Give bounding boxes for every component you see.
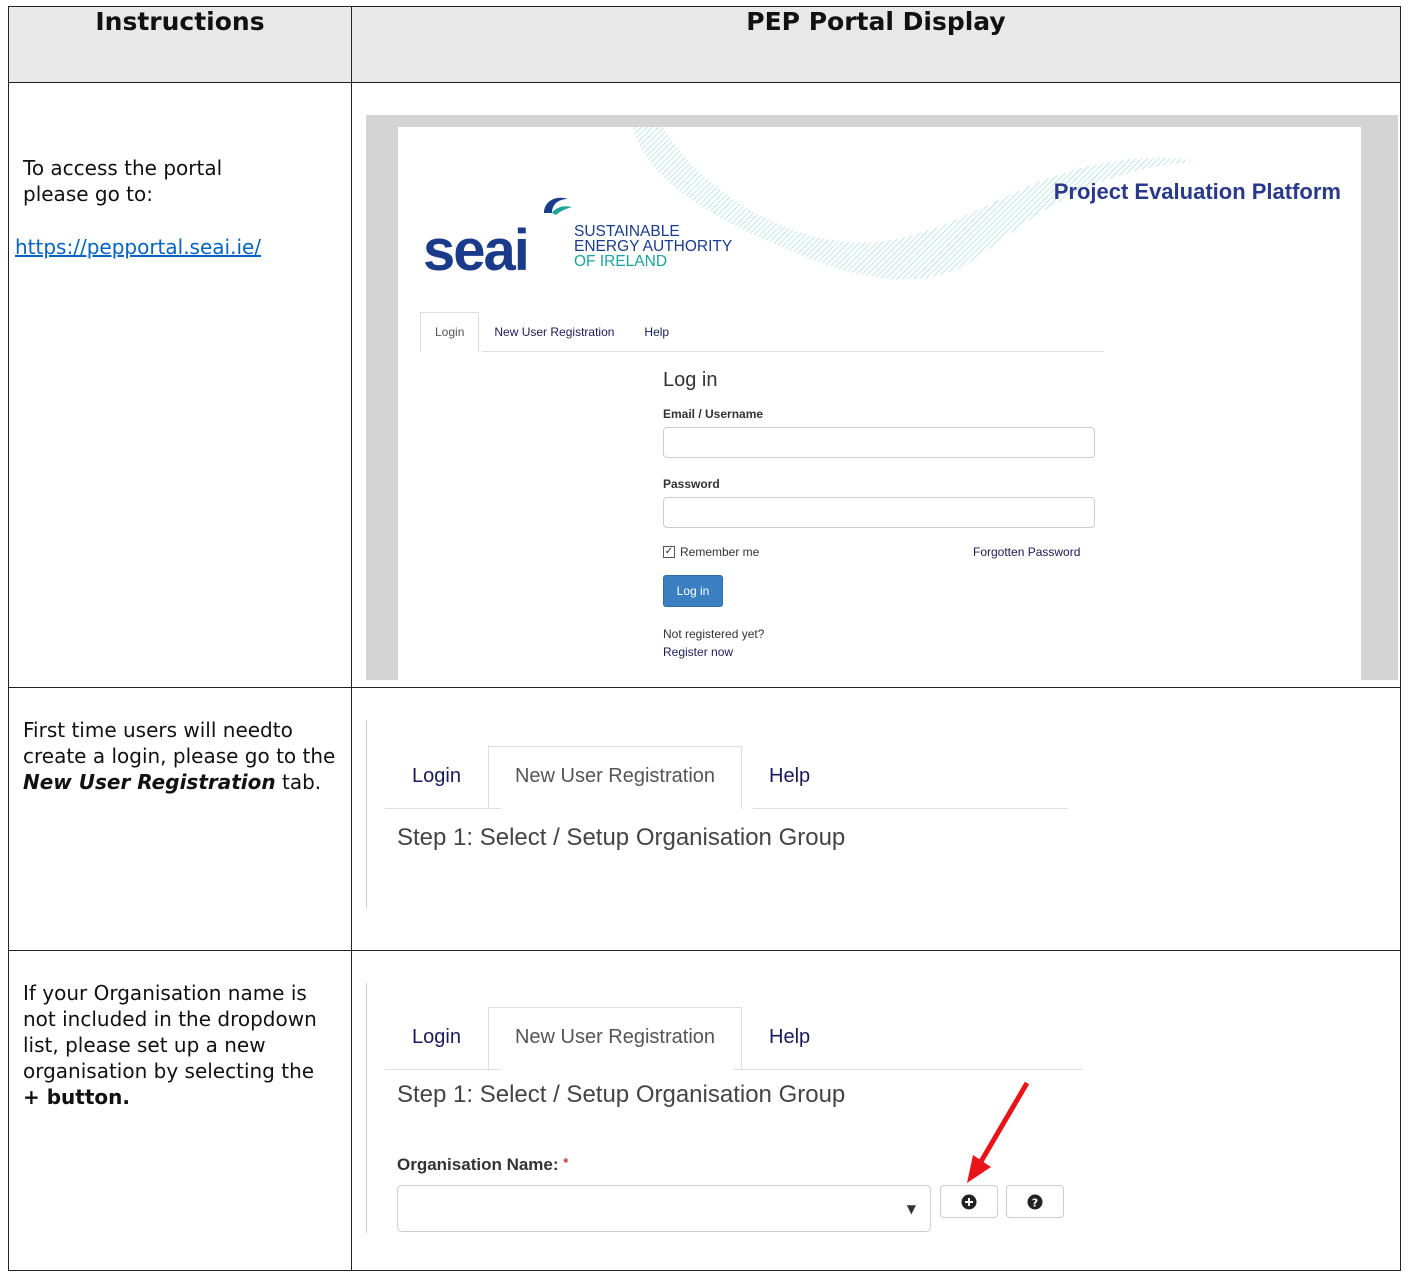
- logo-sub-line: OF IRELAND: [574, 253, 668, 270]
- caret-down-icon: ▼: [906, 1202, 916, 1216]
- question-circle-icon: ?: [1027, 1194, 1043, 1209]
- not-registered: Not registered yet? Register now: [663, 625, 764, 661]
- email-label: Email / Username: [663, 407, 764, 421]
- display-header: PEP Portal Display: [351, 6, 1401, 83]
- tab-new-user-registration[interactable]: New User Registration: [479, 312, 629, 352]
- registration-tab-screenshot: Login New User Registration Help Step 1:…: [366, 720, 1086, 908]
- plus-circle-icon: [961, 1194, 977, 1209]
- instruction-text-part: First time users will needto create a lo…: [23, 718, 336, 768]
- tab-underline: [385, 1069, 501, 1070]
- step-heading: Step 1: Select / Setup Organisation Grou…: [397, 824, 846, 851]
- platform-title: Project Evaluation Platform: [1053, 179, 1341, 204]
- instruction-line: please go to:: [23, 182, 153, 206]
- tab-underline: [482, 351, 1104, 352]
- required-marker: *: [563, 1155, 569, 1170]
- seai-logo-subtitle: SUSTAINABLE ENERGY AUTHORITY OF IRELAND: [574, 223, 733, 270]
- display-cell-3: Login New User Registration Help Step 1:…: [351, 950, 1401, 1271]
- organisation-screenshot: Login New User Registration Help Step 1:…: [366, 983, 1106, 1233]
- svg-text:?: ?: [1032, 1196, 1038, 1209]
- tab-help[interactable]: Help: [742, 1007, 837, 1070]
- instruction-cell-3: If your Organisation name is not include…: [8, 950, 352, 1271]
- instructions-header: Instructions: [8, 6, 352, 83]
- instruction-bold: + button.: [23, 1085, 130, 1109]
- tab-new-user-registration[interactable]: New User Registration: [487, 746, 743, 809]
- login-screenshot: Project Evaluation Platform seai SUSTAIN…: [366, 115, 1398, 680]
- logo-sub-line: ENERGY AUTHORITY: [574, 238, 733, 255]
- instruction-text: First time users will needto create a lo…: [23, 717, 337, 795]
- organisation-name-label: Organisation Name: *: [397, 1155, 568, 1175]
- tab-login[interactable]: Login: [385, 1007, 488, 1070]
- tab-underline: [733, 1069, 1083, 1070]
- tab-bar: Login New User Registration Help: [385, 1007, 837, 1070]
- seai-logo-text: seai: [423, 218, 530, 283]
- display-cell-1: Project Evaluation Platform seai SUSTAIN…: [351, 82, 1401, 688]
- display-cell-2: Login New User Registration Help Step 1:…: [351, 687, 1401, 951]
- password-label: Password: [663, 477, 720, 491]
- logo-sub-line: SUSTAINABLE: [574, 223, 680, 240]
- instruction-cell-2: First time users will needto create a lo…: [8, 687, 352, 951]
- tab-login[interactable]: Login: [385, 746, 488, 809]
- help-button[interactable]: ?: [1006, 1185, 1064, 1218]
- remember-checkbox[interactable]: ✓: [663, 546, 675, 558]
- instruction-text: If your Organisation name is not include…: [23, 980, 337, 1110]
- tab-bar: Login New User Registration Help: [420, 312, 684, 352]
- organisation-label-text: Organisation Name:: [397, 1155, 559, 1174]
- portal-page: Project Evaluation Platform seai SUSTAIN…: [398, 127, 1361, 680]
- tab-new-user-registration[interactable]: New User Registration: [487, 1007, 743, 1070]
- tab-login[interactable]: Login: [420, 312, 480, 352]
- add-organisation-button[interactable]: [940, 1185, 998, 1218]
- portal-link[interactable]: https://pepportal.seai.ie/: [15, 235, 261, 259]
- login-heading: Log in: [663, 369, 718, 391]
- remember-me: ✓ Remember me: [663, 545, 759, 559]
- tab-underline: [753, 808, 1068, 809]
- not-registered-text: Not registered yet?: [663, 627, 765, 641]
- instruction-emphasis: New User Registration: [23, 770, 276, 794]
- instruction-line: To access the portal: [23, 156, 223, 180]
- password-field[interactable]: [663, 497, 1095, 528]
- instructions-table: Instructions PEP Portal Display To acces…: [8, 6, 1401, 1271]
- tab-help[interactable]: Help: [742, 746, 837, 809]
- login-button[interactable]: Log in: [663, 575, 723, 607]
- tab-help[interactable]: Help: [629, 312, 684, 352]
- register-now-link[interactable]: Register now: [663, 643, 764, 661]
- step-heading: Step 1: Select / Setup Organisation Grou…: [397, 1081, 846, 1108]
- remember-label: Remember me: [680, 545, 760, 559]
- instruction-text-part: If your Organisation name is not include…: [23, 981, 317, 1083]
- instruction-text-part: tab.: [275, 770, 322, 794]
- organisation-select[interactable]: ▼: [397, 1185, 931, 1232]
- tab-bar: Login New User Registration Help: [385, 746, 837, 809]
- seai-logo-mark-icon: [544, 197, 572, 215]
- email-field[interactable]: [663, 427, 1095, 458]
- tab-underline: [385, 808, 501, 809]
- forgotten-password-link[interactable]: Forgotten Password: [973, 545, 1080, 559]
- instruction-cell-1: To access the portal please go to: https…: [8, 82, 352, 688]
